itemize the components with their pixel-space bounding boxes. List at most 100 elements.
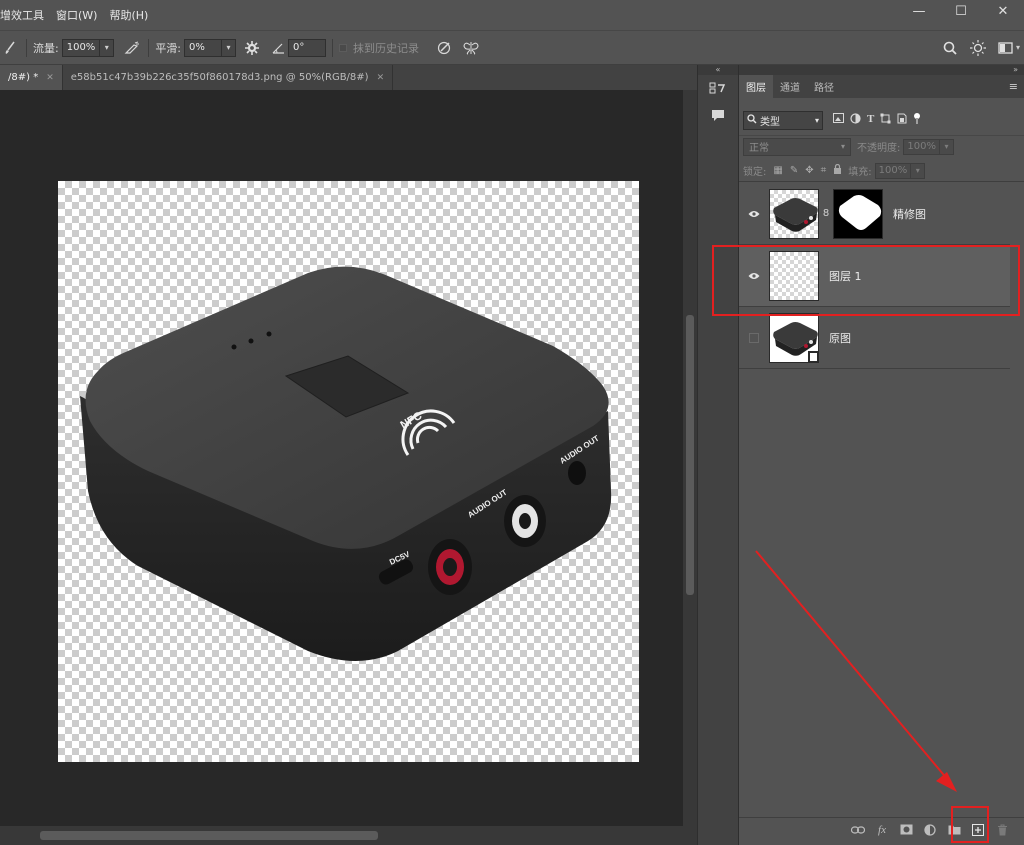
layer-thumbnail [769,312,819,363]
fx-icon[interactable]: fx [874,822,890,838]
close-button[interactable]: ✕ [982,0,1024,22]
filter-adjustment-icon[interactable] [850,112,861,128]
adjustment-layer-icon[interactable] [922,822,938,838]
workspace-icon[interactable] [996,38,1016,58]
history-panel-icon[interactable] [703,79,733,101]
blend-mode-select[interactable]: 正常 ▾ [743,137,851,156]
lock-label: 锁定: [743,167,767,178]
menu-help[interactable]: 帮助(H) [109,7,148,23]
tab-channels[interactable]: 通道 [773,75,807,98]
filter-shape-icon[interactable] [880,113,891,128]
layer-list: 8 精修图 图层 1 原图 [739,183,1010,369]
minimize-button[interactable]: — [898,0,940,22]
menu-window[interactable]: 窗口(W) [56,7,97,23]
filter-pixel-icon[interactable] [833,112,844,128]
new-layer-icon[interactable] [970,822,986,838]
filter-toggle-icon[interactable] [913,112,921,128]
tab-paths[interactable]: 路径 [807,75,841,98]
workspace-dropdown-icon[interactable]: ▾ [1016,43,1020,52]
horizontal-scroll-thumb[interactable] [40,831,378,840]
add-mask-icon[interactable] [898,822,914,838]
collapse-strip-icon[interactable]: « [698,65,738,75]
search-icon[interactable] [940,38,960,58]
gear-icon[interactable] [242,38,262,58]
opacity-input[interactable]: 100% [903,138,940,155]
layer-thumbnail [769,250,819,301]
new-group-icon[interactable] [946,822,962,838]
separator [332,38,334,57]
eye-icon[interactable] [739,210,769,218]
symmetry-icon[interactable] [461,38,481,58]
filter-type-label: 类型 [760,116,780,128]
airbrush-icon[interactable] [122,38,142,58]
tab-layers[interactable]: 图层 [739,75,773,98]
layers-bottom-bar: fx [739,817,1024,841]
layer-name: 图层 1 [829,269,862,283]
flow-input[interactable]: 100% [61,38,101,57]
window-controls: — ☐ ✕ [898,0,1024,26]
menu-plugins[interactable]: 增效工具 [0,7,44,23]
vertical-scroll-thumb[interactable] [686,315,694,595]
history-checkbox[interactable] [339,43,348,52]
history-label: 抹到历史记录 [353,41,420,55]
delete-layer-icon[interactable] [994,822,1010,838]
angle-input[interactable]: 0° [288,38,327,57]
panel-icon-strip: « [697,65,739,845]
eye-icon[interactable] [739,272,769,280]
smooth-label: 平滑: [155,41,182,55]
blend-row: 正常 ▾ 不透明度: 100% ▾ [739,135,1024,157]
document-tab-active[interactable]: /8#) * ✕ [0,65,63,90]
tab-label: e58b51c47b39b226c35f50f860178d3.png @ 50… [70,72,369,83]
tab-close-icon[interactable]: ✕ [377,73,385,83]
layer-filter-select[interactable]: 类型 ▾ [743,110,823,130]
lock-row: 锁定: ▦ ✎ ✥ ⌗ 填充: 100% ▾ [739,160,1024,182]
lock-position-icon[interactable]: ✥ [805,165,813,176]
lock-image-icon[interactable]: ✎ [790,165,798,176]
chevron-down-icon: ▾ [814,115,819,125]
angle-icon [268,38,288,58]
pressure-opacity-icon[interactable] [435,38,455,58]
lock-artboard-icon[interactable]: ⌗ [821,165,827,176]
menu-list: 增效工具 窗口(W) 帮助(H) [0,7,148,23]
options-bar: 流量: 100% ▾ 平滑: 0% ▾ 0° 抹到历史记录 ▾ [0,30,1024,65]
canvas-area[interactable]: NFC AUDIO OUT AUDIO OUT DC5V [0,90,683,826]
tab-close-icon[interactable]: ✕ [46,73,54,83]
brush-tool-icon[interactable] [0,38,20,58]
document-canvas[interactable]: NFC AUDIO OUT AUDIO OUT DC5V [58,181,639,762]
tab-label: /8#) * [8,72,39,83]
document-tab-bar: /8#) * ✕ e58b51c47b39b226c35f50f860178d3… [0,65,697,90]
flow-label: 流量: [33,41,59,55]
layer-thumbnail [769,188,819,239]
lock-transparent-icon[interactable]: ▦ [773,165,782,176]
panel-menu-icon[interactable]: ≡ [1009,80,1018,93]
fill-input[interactable]: 100% [874,162,912,179]
link-icon[interactable]: 8 [819,208,833,219]
comment-panel-icon[interactable] [703,105,733,127]
link-layers-icon[interactable] [850,822,866,838]
lightbulb-icon[interactable] [968,38,988,58]
document-tab[interactable]: e58b51c47b39b226c35f50f860178d3.png @ 50… [63,65,394,90]
filter-icons: T [833,112,921,128]
opacity-dropdown-icon[interactable]: ▾ [939,138,954,155]
filter-type-icon[interactable]: T [867,113,874,128]
smooth-input[interactable]: 0% [184,38,223,57]
filter-smartobject-icon[interactable] [897,113,907,128]
layer-name: 原图 [829,331,851,345]
blend-mode-value: 正常 [749,143,769,154]
smooth-dropdown-icon[interactable]: ▾ [222,38,237,57]
visibility-toggle[interactable] [739,332,769,343]
collapse-panel-icon[interactable]: » [739,65,1024,75]
layer-row-layer1[interactable]: 图层 1 [739,245,1010,307]
maximize-button[interactable]: ☐ [940,0,982,22]
lock-all-icon[interactable] [833,163,842,177]
vertical-scrollbar[interactable] [683,90,697,826]
chevron-down-icon: ▾ [840,142,845,151]
fill-dropdown-icon[interactable]: ▾ [911,162,926,179]
opacity-label: 不透明度: [857,143,901,154]
layer-row-original[interactable]: 原图 [739,307,1010,369]
layer-mask-thumbnail[interactable] [833,188,883,239]
flow-dropdown-icon[interactable]: ▾ [100,38,115,57]
layer-row-retouched[interactable]: 8 精修图 [739,183,1010,245]
horizontal-scrollbar[interactable] [0,826,697,845]
fill-label: 填充: [848,167,872,178]
